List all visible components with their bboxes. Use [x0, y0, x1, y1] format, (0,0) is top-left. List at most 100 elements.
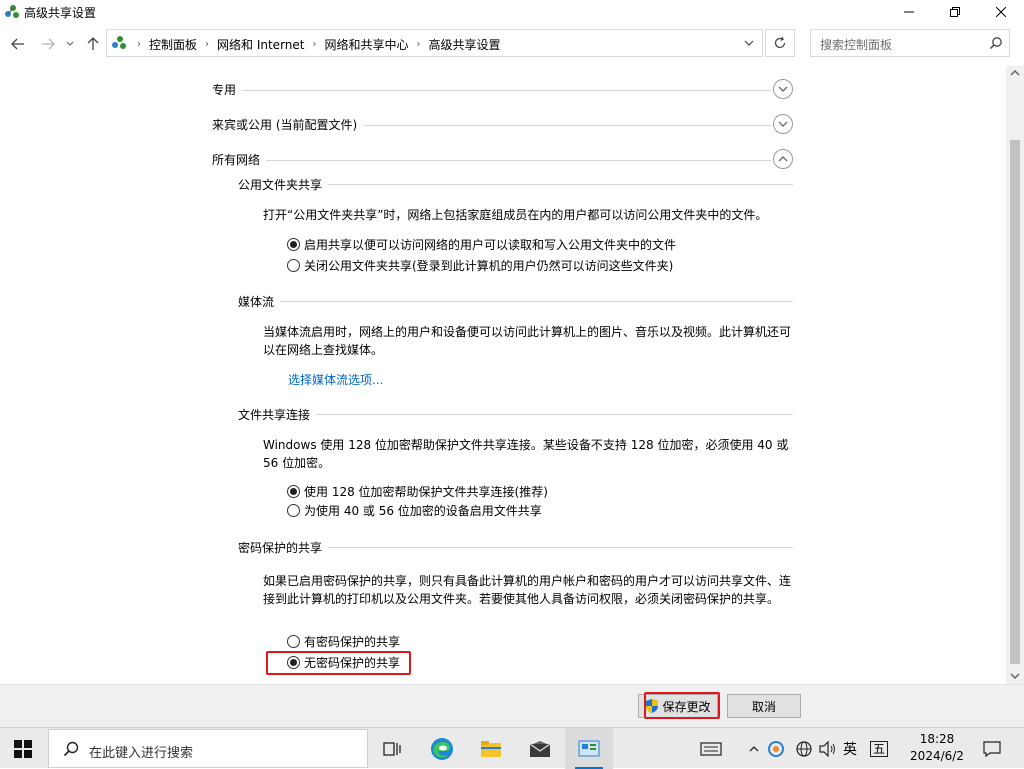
- taskbar-search-box[interactable]: 在此键入进行搜索: [48, 729, 368, 768]
- radio-unselected[interactable]: [287, 503, 300, 517]
- radio-unselected[interactable]: [287, 634, 300, 648]
- password-protected-on-option[interactable]: 有密码保护的共享: [287, 632, 400, 650]
- scrollbar-thumb[interactable]: [1010, 140, 1020, 664]
- breadcrumb-separator-icon[interactable]: ›: [312, 39, 316, 50]
- search-placeholder: 搜索控制面板: [820, 38, 893, 52]
- address-history-dropdown[interactable]: [735, 29, 763, 57]
- notification-icon: [983, 740, 1001, 757]
- clock-date: 2024/6/2: [910, 749, 964, 763]
- chevron-down-icon: [744, 40, 754, 46]
- ime-mode-button[interactable]: 五: [868, 728, 890, 769]
- taskbar-search-placeholder: 在此键入进行搜索: [89, 746, 194, 761]
- task-view-icon: [383, 741, 401, 756]
- clock-time: 18:28: [919, 732, 955, 746]
- radio-selected[interactable]: [287, 237, 300, 251]
- folder-icon: [481, 740, 501, 757]
- security-tray-button[interactable]: [766, 728, 786, 769]
- expand-guest-public-button[interactable]: [773, 114, 793, 134]
- expand-private-button[interactable]: [773, 79, 793, 99]
- collapse-all-networks-button[interactable]: [773, 149, 793, 169]
- close-icon: [996, 7, 1006, 17]
- scroll-up-icon[interactable]: [1010, 69, 1020, 77]
- edge-browser-button[interactable]: [418, 728, 466, 769]
- option-label: 关闭公用文件夹共享(登录到此计算机的用户仍然可以访问这些文件夹): [304, 258, 674, 273]
- mail-button[interactable]: [516, 728, 564, 769]
- keyboard-icon: [700, 741, 722, 756]
- public-folder-enable-option[interactable]: 启用共享以便可以访问网络的用户可以读取和写入公用文件夹中的文件: [287, 235, 676, 253]
- task-view-button[interactable]: [368, 728, 416, 769]
- mail-icon: [529, 740, 551, 757]
- section-all-networks[interactable]: 所有网络: [212, 149, 795, 169]
- divider: [212, 160, 771, 161]
- section-guest-public[interactable]: 来宾或公用 (当前配置文件): [212, 114, 795, 134]
- back-button[interactable]: [8, 34, 28, 54]
- vertical-scrollbar[interactable]: [1006, 66, 1024, 684]
- refresh-button[interactable]: [765, 29, 795, 57]
- taskbar-clock[interactable]: 18:28 2024/6/2: [902, 731, 972, 765]
- control-panel-taskbar-button[interactable]: [565, 728, 613, 769]
- minimize-button[interactable]: [886, 0, 932, 24]
- taskbar: 在此键入进行搜索 英 五 18:28 2024/6/2: [0, 727, 1024, 769]
- input-keyboard-tray-button[interactable]: [697, 728, 725, 769]
- ime-language-button[interactable]: 英: [839, 728, 861, 769]
- show-hidden-icons-button[interactable]: [746, 728, 762, 769]
- section-private[interactable]: 专用: [212, 79, 795, 99]
- media-streaming-heading: 媒体流: [238, 293, 793, 310]
- chevron-up-icon: [778, 156, 788, 162]
- network-tray-button[interactable]: [794, 728, 814, 769]
- breadcrumb-separator-icon: ›: [137, 39, 141, 50]
- ime-mode-label: 五: [869, 740, 888, 757]
- encryption-40-56-option[interactable]: 为使用 40 或 56 位加密的设备启用文件共享: [287, 501, 542, 519]
- up-button[interactable]: [83, 34, 103, 54]
- password-protected-sharing-heading: 密码保护的共享: [238, 539, 793, 556]
- password-protected-sharing-description: 如果已启用密码保护的共享，则只有具备此计算机的用户帐户和密码的用户才可以访问共享…: [263, 574, 792, 606]
- windows-start-icon[interactable]: [14, 740, 32, 758]
- breadcrumb-control-panel[interactable]: 控制面板: [149, 36, 197, 53]
- encryption-128-option[interactable]: 使用 128 位加密帮助保护文件共享连接(推荐): [287, 482, 548, 500]
- forward-button[interactable]: [38, 34, 58, 54]
- network-sharing-app-icon: [5, 5, 19, 18]
- maximize-button[interactable]: [932, 0, 978, 24]
- breadcrumb-separator-icon[interactable]: ›: [205, 39, 209, 50]
- breadcrumb-network-sharing-center[interactable]: 网络和共享中心: [324, 36, 408, 53]
- notification-center-button[interactable]: [980, 728, 1004, 769]
- file-sharing-connections-title: 文件共享连接: [238, 406, 317, 423]
- radio-dot: [290, 487, 297, 495]
- option-label: 启用共享以便可以访问网络的用户可以读取和写入公用文件夹中的文件: [304, 237, 677, 252]
- edge-icon: [431, 737, 453, 760]
- public-folder-disable-option[interactable]: 关闭公用文件夹共享(登录到此计算机的用户仍然可以访问这些文件夹): [287, 256, 673, 274]
- arrow-left-icon: [11, 38, 24, 50]
- scroll-down-icon[interactable]: [1010, 672, 1020, 680]
- title-bar: 高级共享设置: [0, 0, 1024, 24]
- highlight-box-save: [644, 692, 720, 719]
- address-bar[interactable]: › 控制面板 › 网络和 Internet › 网络和共享中心 › 高级共享设置: [106, 29, 763, 57]
- public-folder-sharing-title: 公用文件夹共享: [238, 176, 329, 193]
- cancel-button[interactable]: 取消: [727, 694, 801, 718]
- restore-icon: [950, 7, 960, 17]
- public-folder-sharing-heading: 公用文件夹共享: [238, 176, 793, 193]
- section-private-label: 专用: [212, 81, 243, 98]
- globe-icon: [796, 740, 812, 757]
- option-label: 使用 128 位加密帮助保护文件共享连接(推荐): [304, 484, 548, 499]
- file-explorer-button[interactable]: [467, 728, 515, 769]
- password-protected-sharing-title: 密码保护的共享: [238, 539, 329, 556]
- radio-selected[interactable]: [287, 484, 300, 498]
- refresh-icon: [774, 36, 786, 49]
- minimize-icon: [904, 11, 914, 13]
- radio-unselected[interactable]: [287, 258, 300, 272]
- breadcrumb-network-internet[interactable]: 网络和 Internet: [217, 36, 304, 53]
- file-sharing-connections-heading: 文件共享连接: [238, 406, 793, 423]
- search-control-panel-input[interactable]: 搜索控制面板: [810, 29, 1010, 57]
- breadcrumb-advanced-sharing[interactable]: 高级共享设置: [429, 36, 501, 53]
- close-button[interactable]: [978, 0, 1024, 24]
- media-streaming-options-link[interactable]: 选择媒体流选项...: [288, 371, 383, 388]
- breadcrumb-separator-icon[interactable]: ›: [417, 39, 421, 50]
- window-title: 高级共享设置: [24, 6, 97, 20]
- divider: [238, 414, 793, 415]
- chevron-up-icon: [749, 745, 759, 751]
- speaker-icon: [819, 740, 835, 757]
- volume-tray-button[interactable]: [818, 728, 838, 769]
- section-all-networks-label: 所有网络: [212, 151, 267, 168]
- recent-locations-button[interactable]: [62, 34, 78, 54]
- option-label: 为使用 40 或 56 位加密的设备启用文件共享: [304, 503, 542, 518]
